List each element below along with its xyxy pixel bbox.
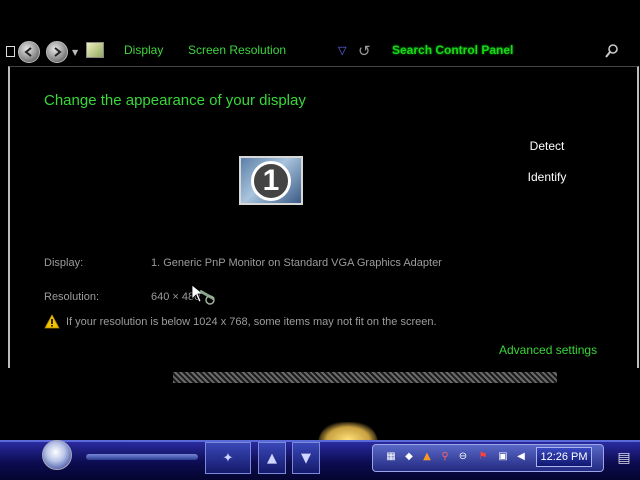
network-icon[interactable]: ▦: [385, 451, 397, 463]
address-bar: ▼ Display Screen Resolution ▽ ↺: [0, 38, 640, 64]
resolution-warning: If your resolution is below 1024 x 768, …: [66, 316, 437, 328]
display-select[interactable]: 1. Generic PnP Monitor on Standard VGA G…: [151, 257, 442, 269]
page-title: Change the appearance of your display: [44, 92, 306, 109]
resolution-label: Resolution:: [44, 291, 100, 303]
breadcrumb-display[interactable]: Display: [124, 43, 163, 57]
forward-icon[interactable]: [46, 41, 68, 63]
search-icon[interactable]: [604, 43, 620, 59]
monitor-number: 1: [251, 160, 291, 201]
horizontal-scrollbar[interactable]: [173, 372, 557, 383]
arrows-icon[interactable]: ◆: [403, 451, 415, 463]
flag-icon[interactable]: ⚑: [477, 451, 489, 463]
search-input[interactable]: [392, 41, 602, 59]
tray-search-icon[interactable]: ⚲: [439, 451, 451, 463]
busy-cursor-icon: [191, 284, 215, 305]
taskbar-app-button[interactable]: ▲: [258, 442, 286, 474]
shield-icon[interactable]: ▣: [497, 451, 509, 463]
warning-icon: [44, 314, 60, 329]
refresh-icon[interactable]: ↺: [358, 42, 371, 60]
window-control-icon[interactable]: [6, 46, 15, 57]
taskbar-app-button[interactable]: ✦: [205, 442, 251, 474]
taskbar-app-button[interactable]: ▼: [292, 442, 320, 474]
monitor-tile[interactable]: 1: [239, 156, 303, 205]
quick-launch-rail: [86, 454, 198, 460]
detect-button[interactable]: Detect: [516, 137, 578, 155]
volume-icon[interactable]: ◀: [515, 451, 527, 463]
control-panel-icon: [86, 42, 104, 58]
block-icon[interactable]: ⊖: [457, 451, 469, 463]
taskbar: ✦ ▲ ▼ ▦ ◆ ▲ ⚲ ⊖ ⚑ ▣ ◀ 12:26 PM ▤: [0, 422, 640, 480]
show-desktop-icon[interactable]: ▤: [612, 444, 636, 472]
content-panel: Change the appearance of your display De…: [8, 66, 639, 368]
back-icon[interactable]: [18, 41, 40, 63]
advanced-settings-link[interactable]: Advanced settings: [499, 343, 597, 357]
clock[interactable]: 12:26 PM: [536, 447, 592, 467]
display-label: Display:: [44, 257, 84, 269]
identify-button[interactable]: Identify: [516, 168, 578, 186]
start-button[interactable]: [42, 440, 72, 470]
address-dropdown-icon[interactable]: ▽: [338, 44, 346, 57]
recent-pages-icon[interactable]: ▼: [72, 48, 78, 57]
breadcrumb-screen-resolution[interactable]: Screen Resolution: [188, 43, 286, 57]
vlc-icon[interactable]: ▲: [421, 451, 433, 463]
